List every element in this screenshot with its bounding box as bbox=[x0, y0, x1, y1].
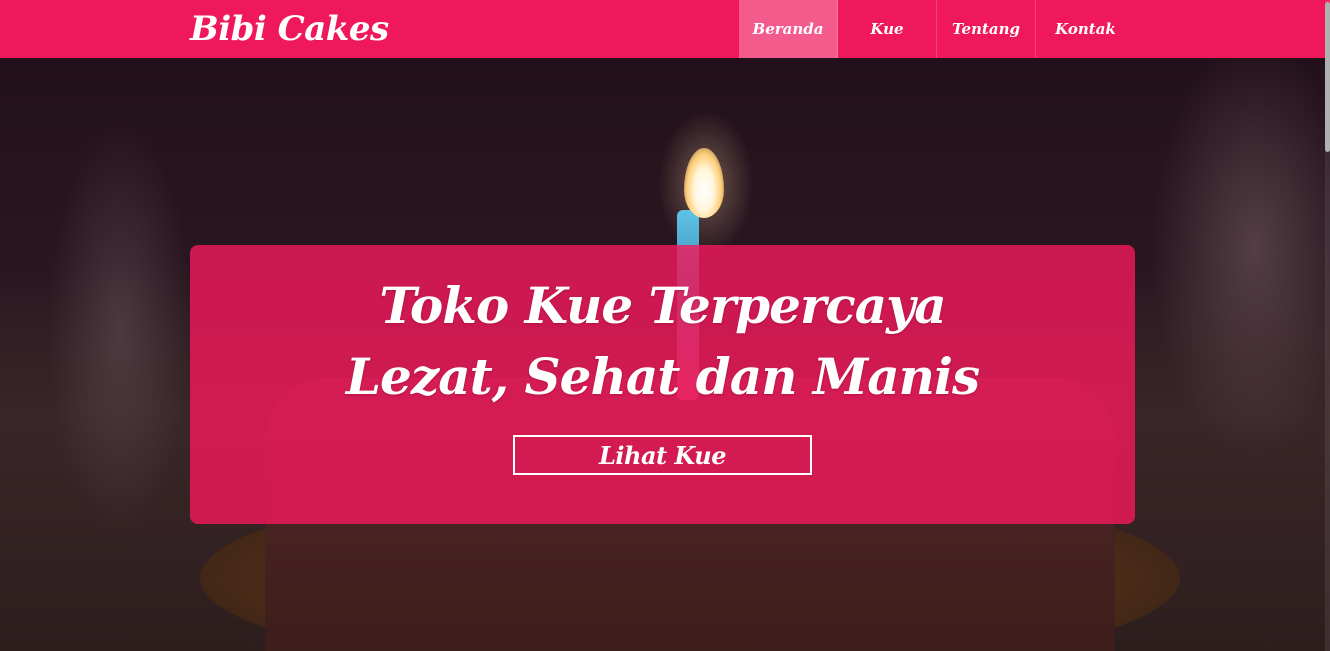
hero-banner: Toko Kue Terpercaya Lezat, Sehat dan Man… bbox=[190, 245, 1135, 524]
nav-item-tentang[interactable]: Tentang bbox=[937, 0, 1036, 58]
brand-logo[interactable]: Bibi Cakes bbox=[190, 8, 389, 50]
scrollbar-thumb[interactable] bbox=[1325, 2, 1330, 152]
page-scrollbar[interactable] bbox=[1325, 0, 1330, 651]
nav-item-kue[interactable]: Kue bbox=[838, 0, 937, 58]
hero-background-flame bbox=[684, 148, 724, 218]
hero-headline-line1: Toko Kue Terpercaya bbox=[379, 276, 946, 335]
nav-menu: Beranda Kue Tentang Kontak bbox=[739, 0, 1135, 58]
nav-item-kontak[interactable]: Kontak bbox=[1036, 0, 1135, 58]
nav-item-beranda[interactable]: Beranda bbox=[739, 0, 838, 58]
navbar: Bibi Cakes Beranda Kue Tentang Kontak bbox=[0, 0, 1330, 58]
lihat-kue-button[interactable]: Lihat Kue bbox=[513, 435, 812, 475]
hero-headline-line2: Lezat, Sehat dan Manis bbox=[345, 347, 980, 406]
